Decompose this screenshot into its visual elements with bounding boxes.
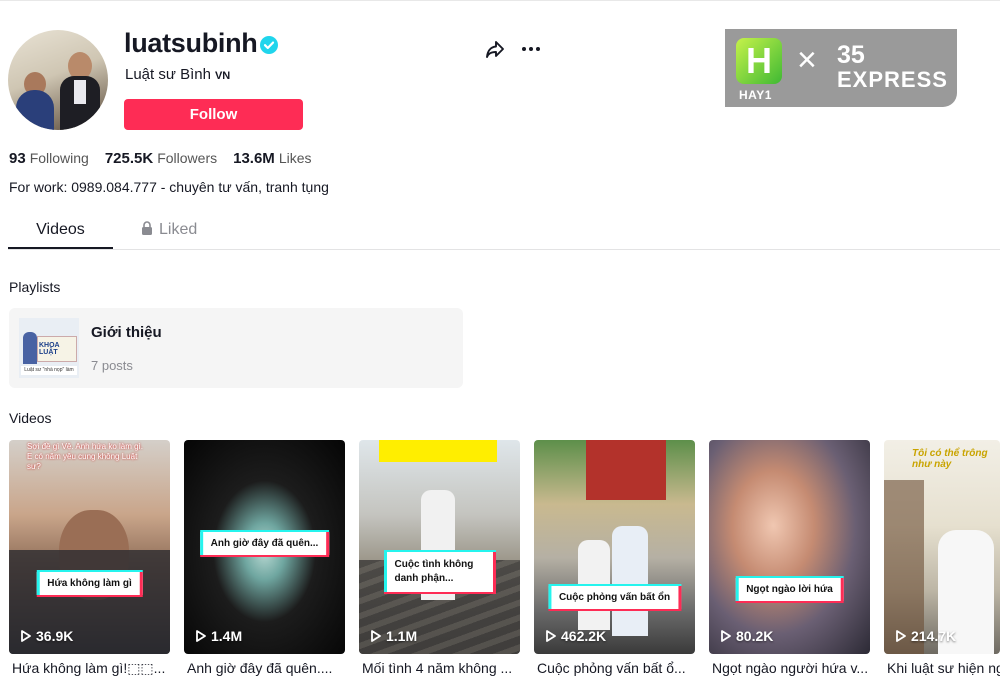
video-caption: Cuộc phỏng vấn bất ổn: [547, 586, 682, 609]
profile-username: luatsubinh: [124, 28, 258, 58]
country-code: VN: [214, 70, 231, 82]
following-count: 93: [9, 150, 26, 167]
follow-button[interactable]: Follow: [124, 99, 303, 130]
video-view-count: 214.7K: [896, 628, 956, 644]
video-card[interactable]: Anh giờ đây đã quên... 1.4M: [184, 440, 345, 654]
stat-followers[interactable]: 725.5K Followers: [105, 150, 217, 167]
video-view-count: 462.2K: [546, 628, 606, 644]
likes-count: 13.6M: [233, 150, 275, 167]
playlist-thumbnail: KHOA LUẬT Luật sư "nhà nọp" làm: [19, 318, 79, 378]
playlist-post-count: 7 posts: [91, 358, 133, 373]
video-overlay-text: Tôi có thể trông như này: [912, 448, 988, 470]
watermark-brand: EXPRESS: [837, 67, 948, 92]
video-caption: Ngọt ngào lời hứa: [735, 578, 844, 601]
video-title[interactable]: Mối tình 4 năm không ...: [362, 660, 523, 676]
play-icon: [21, 630, 31, 642]
playlists-heading: Playlists: [9, 279, 61, 295]
profile-nickname: Luật sư Bình VN: [125, 66, 230, 83]
watermark-logo: H HAY1 × 35 EXPRESS: [725, 29, 957, 107]
play-icon: [546, 630, 556, 642]
video-view-count: 36.9K: [21, 628, 73, 644]
view-count-text: 1.1M: [386, 628, 418, 644]
stat-likes: 13.6M Likes: [233, 150, 311, 167]
video-view-count: 80.2K: [721, 628, 773, 644]
view-count-text: 462.2K: [561, 628, 607, 644]
play-icon: [196, 630, 206, 642]
watermark-number: 35: [837, 41, 865, 69]
video-view-count: 1.1M: [371, 628, 417, 644]
profile-avatar[interactable]: [8, 30, 108, 130]
lock-icon: [142, 221, 152, 235]
tab-videos[interactable]: Videos: [8, 221, 113, 239]
top-divider: [0, 0, 1000, 1]
stat-following[interactable]: 93 Following: [9, 150, 89, 167]
play-icon: [371, 630, 381, 642]
likes-label: Likes: [278, 150, 312, 166]
playlist-card[interactable]: KHOA LUẬT Luật sư "nhà nọp" làm Giới thi…: [9, 308, 463, 388]
view-count-text: 214.7K: [911, 628, 957, 644]
video-card[interactable]: Ngọt ngào lời hứa 80.2K: [709, 440, 870, 654]
video-title[interactable]: Hứa không làm gì!⬚⬚...: [12, 660, 173, 677]
video-title[interactable]: Anh giờ đây đã quên....: [187, 660, 348, 676]
view-count-text: 36.9K: [36, 628, 74, 644]
video-title[interactable]: Ngọt ngào người hứa v...: [712, 660, 873, 676]
more-horizontal-icon[interactable]: [520, 38, 542, 60]
video-title[interactable]: Khi luật sư hiện ng...: [887, 660, 1000, 676]
video-caption: Anh giờ đây đã quên...: [199, 532, 330, 555]
tabs-divider: [8, 249, 1000, 250]
video-caption: Hứa không làm gì: [36, 572, 143, 595]
videos-heading: Videos: [9, 410, 52, 426]
verified-check-icon: [260, 36, 278, 54]
followers-label: Followers: [157, 150, 218, 166]
play-icon: [896, 630, 906, 642]
video-view-count: 1.4M: [196, 628, 242, 644]
playlist-thumb-text: KHOA LUẬT: [39, 342, 60, 356]
video-card[interactable]: Sợi đề gì Vệ. Anh hứa ko làm gì. E có nă…: [9, 440, 170, 654]
video-card[interactable]: Tôi có thể trông như này 214.7K: [884, 440, 1000, 654]
view-count-text: 1.4M: [211, 628, 243, 644]
watermark-sub: HAY1: [739, 88, 772, 102]
watermark-times: ×: [797, 41, 817, 79]
video-title[interactable]: Cuộc phỏng vấn bất ổ...: [537, 660, 698, 676]
video-card[interactable]: Cuộc phỏng vấn bất ổn 462.2K: [534, 440, 695, 654]
watermark-h-badge: H: [736, 38, 782, 84]
view-count-text: 80.2K: [736, 628, 774, 644]
play-icon: [721, 630, 731, 642]
nickname-text: Luật sư Bình: [125, 66, 211, 83]
followers-count: 725.5K: [104, 150, 154, 167]
share-arrow-icon[interactable]: [484, 38, 506, 60]
profile-bio: For work: 0989.084.777 - chuyên tư vấn, …: [9, 179, 329, 195]
playlist-title: Giới thiệu: [91, 324, 162, 341]
video-overlay-text: Sợi đề gì Vệ. Anh hứa ko làm gì. E có nă…: [27, 442, 143, 471]
tab-liked-label: Liked: [159, 221, 198, 238]
following-label: Following: [29, 150, 89, 166]
profile-stats: 93 Following 725.5K Followers 13.6M Likes: [9, 150, 312, 167]
video-caption: Cuộc tình không danh phận...: [383, 552, 496, 592]
playlist-thumb-caption: Luật sư "nhà nọp" làm: [21, 366, 77, 375]
video-card[interactable]: Cuộc tình không danh phận... 1.1M: [359, 440, 520, 654]
tab-liked[interactable]: Liked: [141, 221, 197, 239]
